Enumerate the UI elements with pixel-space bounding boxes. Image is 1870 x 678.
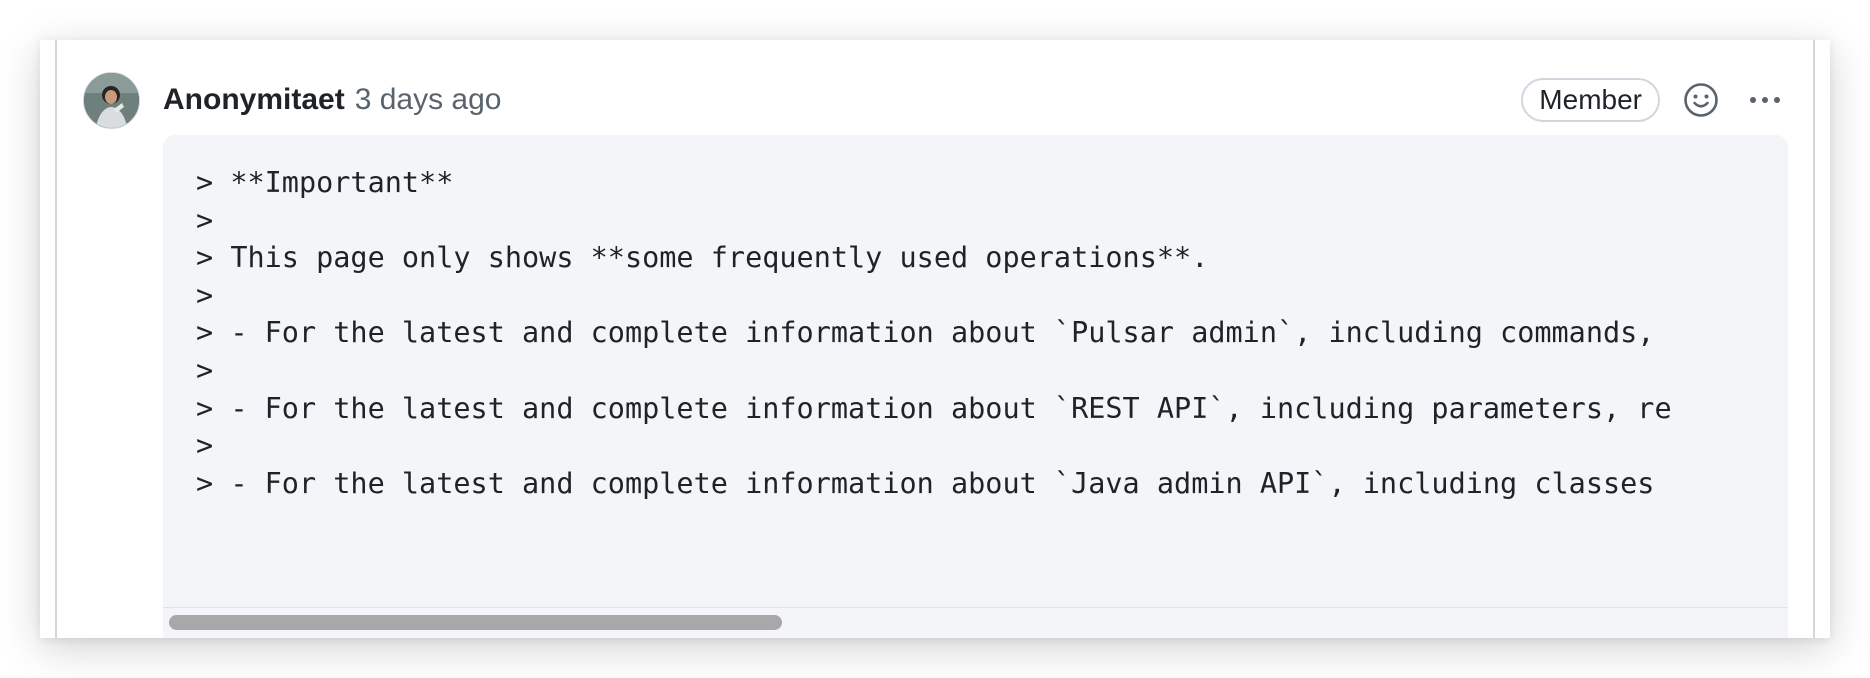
author-link[interactable]: Anonymitaet [163, 83, 345, 117]
code-line: > [196, 278, 214, 312]
code-line: > [196, 203, 214, 237]
app-window: Anonymitaet 3 days ago Member > **Import… [40, 40, 1830, 638]
code-line: > This page only shows **some frequently… [196, 241, 1209, 275]
timestamp-link[interactable]: 3 days ago [355, 83, 502, 117]
comment-actions: Member [1521, 76, 1788, 124]
scrollbar-thumb[interactable] [169, 615, 782, 630]
code-block: > **Important** > > This page only shows *… [163, 135, 1788, 638]
code-line: > - For the latest and complete informat… [196, 391, 1672, 425]
smiley-icon [1684, 83, 1718, 117]
horizontal-scrollbar[interactable] [163, 607, 1788, 636]
kebab-horizontal-icon [1750, 97, 1780, 103]
comment: Anonymitaet 3 days ago Member > **Import… [40, 40, 1830, 638]
comment-header: Anonymitaet 3 days ago [163, 76, 501, 124]
code-line: > - For the latest and complete informat… [196, 466, 1655, 500]
user-avatar-icon [84, 73, 139, 128]
code-content: > **Important** > > This page only shows *… [196, 164, 1672, 502]
avatar[interactable] [83, 72, 140, 129]
member-badge: Member [1521, 78, 1660, 122]
add-reaction-button[interactable] [1678, 77, 1724, 123]
code-line: > [196, 353, 214, 387]
code-line: > - For the latest and complete informat… [196, 316, 1655, 350]
code-line: > **Important** [196, 166, 454, 199]
code-line: > [196, 429, 214, 463]
comment-options-button[interactable] [1742, 77, 1788, 123]
